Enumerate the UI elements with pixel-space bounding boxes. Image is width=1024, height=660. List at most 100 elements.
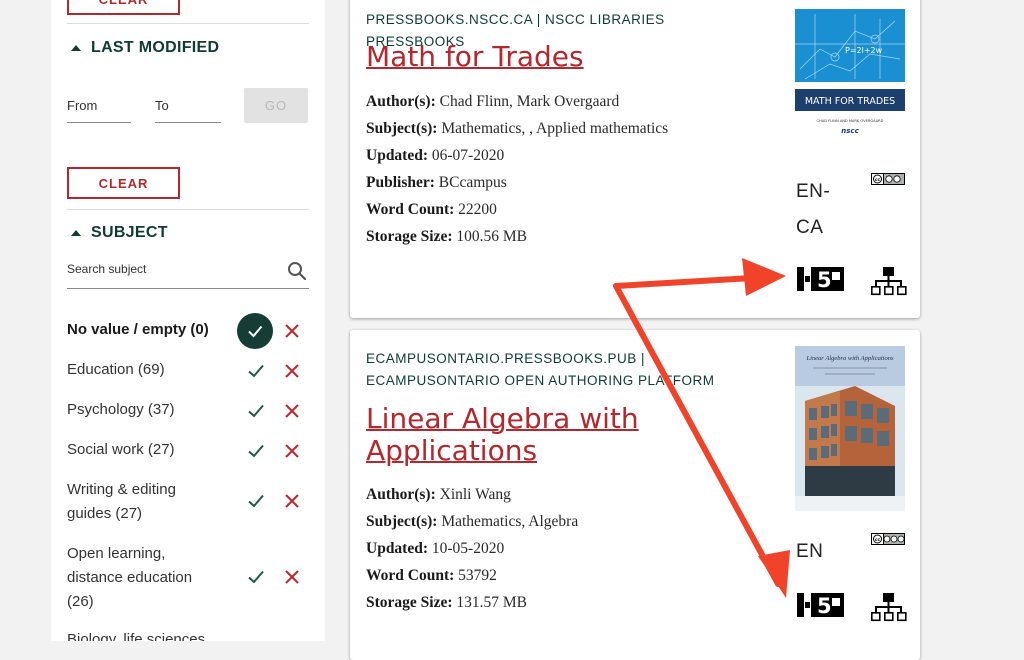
subject-item-psychology[interactable]: Psychology (37): [67, 398, 317, 422]
subject-item-label: Psychology (37): [67, 401, 175, 418]
subject-item-education[interactable]: Education (69): [67, 358, 317, 382]
svg-text:5: 5: [817, 594, 832, 618]
to-date-placeholder: To: [155, 98, 169, 113]
storage-row: Storage Size: 131.57 MB: [366, 589, 578, 616]
caret-up-icon: [71, 230, 81, 236]
x-icon[interactable]: [283, 442, 301, 460]
authors-value: Xinli Wang: [439, 486, 511, 503]
svg-text:cc: cc: [875, 178, 881, 183]
subject-item-label: Writing & editing guides (27): [67, 481, 176, 522]
clear-button-top[interactable]: CLEAR: [67, 0, 180, 15]
book-cover[interactable]: Linear Algebra with Applications: [795, 346, 905, 511]
updated-row: Updated: 06-07-2020: [366, 142, 668, 169]
book-cover[interactable]: P=2l+2w MATH FOR TRADES CHAD FLINN AND M…: [795, 9, 905, 139]
subject-item-social-work[interactable]: Social work (27): [67, 438, 317, 462]
updated-value: 10-05-2020: [431, 540, 505, 557]
result-card: PRESSBOOKS.NSCC.CA | NSCC LIBRARIES PRES…: [350, 0, 920, 318]
authors-label: Author(s):: [366, 93, 436, 110]
go-button[interactable]: GO: [244, 88, 308, 123]
subject-item-label: No value / empty (0): [67, 321, 209, 338]
cover-formula: P=2l+2w: [845, 46, 883, 55]
filter-sidebar: CLEAR LAST MODIFIED From To GO CLEAR SUB…: [51, 0, 325, 641]
authors-row: Author(s): Chad Flinn, Mark Overgaard: [366, 88, 668, 115]
subjects-value: Mathematics, , Applied mathematics: [441, 120, 669, 137]
divider: [67, 209, 309, 210]
publisher-row: Publisher: BCcampus: [366, 169, 668, 196]
authors-value: Chad Flinn, Mark Overgaard: [439, 93, 620, 110]
cover-title: MATH FOR TRADES: [805, 96, 895, 107]
wordcount-row: Word Count: 53792: [366, 562, 578, 589]
subject-search-input[interactable]: [67, 259, 267, 276]
subject-item-label: Education (69): [67, 361, 165, 378]
publisher-value: BCcampus: [438, 174, 507, 191]
storage-value: 131.57 MB: [456, 594, 528, 611]
wordcount-label: Word Count:: [366, 201, 455, 218]
last-modified-title: LAST MODIFIED: [91, 39, 220, 56]
subject-item-biology[interactable]: Biology, life sciences: [67, 628, 317, 641]
from-date-placeholder: From: [67, 98, 98, 113]
language-code: EN-CA: [796, 181, 831, 238]
check-icon[interactable]: [247, 568, 265, 586]
caret-up-icon: [71, 45, 81, 51]
card-metadata: Author(s): Chad Flinn, Mark Overgaard Su…: [366, 88, 668, 250]
search-icon[interactable]: [287, 261, 307, 281]
check-icon[interactable]: [247, 402, 265, 420]
last-modified-toggle[interactable]: LAST MODIFIED: [71, 39, 219, 57]
x-icon[interactable]: [283, 402, 301, 420]
language-code: EN: [796, 541, 824, 562]
subject-toggle[interactable]: SUBJECT: [71, 224, 168, 242]
divider: [67, 23, 309, 24]
h5p-icon[interactable]: 5: [796, 266, 846, 292]
cc-license-icon: cc: [871, 173, 905, 185]
subject-item-label: Open learning, distance education (26): [67, 545, 193, 610]
wordcount-label: Word Count:: [366, 567, 455, 584]
x-icon[interactable]: [283, 568, 301, 586]
subject-item-no-value[interactable]: No value / empty (0): [67, 313, 317, 349]
subjects-label: Subject(s):: [366, 513, 438, 530]
h5p-icon[interactable]: 5: [796, 592, 846, 618]
check-icon[interactable]: [247, 492, 265, 510]
updated-value: 06-07-2020: [431, 147, 505, 164]
subject-item-label: Biology, life sciences: [67, 631, 206, 641]
clear-button[interactable]: CLEAR: [67, 167, 180, 199]
x-icon[interactable]: [283, 362, 301, 380]
updated-label: Updated:: [366, 540, 429, 557]
include-selected-button[interactable]: [237, 313, 273, 349]
x-icon[interactable]: [283, 322, 301, 340]
wordcount-value: 53792: [458, 567, 497, 584]
cover-authors: CHAD FLINN AND MARK OVERGAARD: [817, 119, 884, 123]
book-title-link[interactable]: Linear Algebra with Applications: [366, 403, 686, 467]
svg-text:5: 5: [817, 268, 832, 292]
subjects-value: Mathematics, Algebra: [441, 513, 579, 530]
subject-title: SUBJECT: [91, 224, 168, 241]
svg-text:cc: cc: [875, 538, 881, 543]
storage-value: 100.56 MB: [456, 228, 528, 245]
network-icon[interactable]: [871, 592, 907, 622]
storage-label: Storage Size:: [366, 228, 453, 245]
to-date-field[interactable]: To: [155, 92, 221, 123]
check-icon[interactable]: [247, 442, 265, 460]
authors-label: Author(s):: [366, 486, 436, 503]
book-title-link[interactable]: Math for Trades: [366, 41, 756, 73]
card-metadata: Author(s): Xinli Wang Subject(s): Mathem…: [366, 481, 578, 616]
wordcount-row: Word Count: 22200: [366, 196, 668, 223]
check-icon: [248, 325, 263, 338]
subject-item-writing-editing[interactable]: Writing & editing guides (27): [67, 478, 317, 526]
subject-item-open-learning[interactable]: Open learning, distance education (26): [67, 542, 317, 614]
updated-row: Updated: 10-05-2020: [366, 535, 578, 562]
card-source: ECAMPUSONTARIO.PRESSBOOKS.PUB | ECAMPUSO…: [366, 351, 715, 388]
subject-search: [67, 259, 309, 289]
wordcount-value: 22200: [458, 201, 497, 218]
subjects-row: Subject(s): Mathematics, , Applied mathe…: [366, 115, 668, 142]
subject-item-label: Social work (27): [67, 441, 175, 458]
updated-label: Updated:: [366, 147, 429, 164]
cover-title: Linear Algebra with Applications: [806, 355, 894, 362]
from-date-field[interactable]: From: [67, 92, 131, 123]
check-icon[interactable]: [247, 362, 265, 380]
network-icon[interactable]: [871, 266, 907, 296]
storage-row: Storage Size: 100.56 MB: [366, 223, 668, 250]
x-icon[interactable]: [283, 492, 301, 510]
authors-row: Author(s): Xinli Wang: [366, 481, 578, 508]
storage-label: Storage Size:: [366, 594, 453, 611]
cover-org: nscc: [841, 127, 859, 135]
